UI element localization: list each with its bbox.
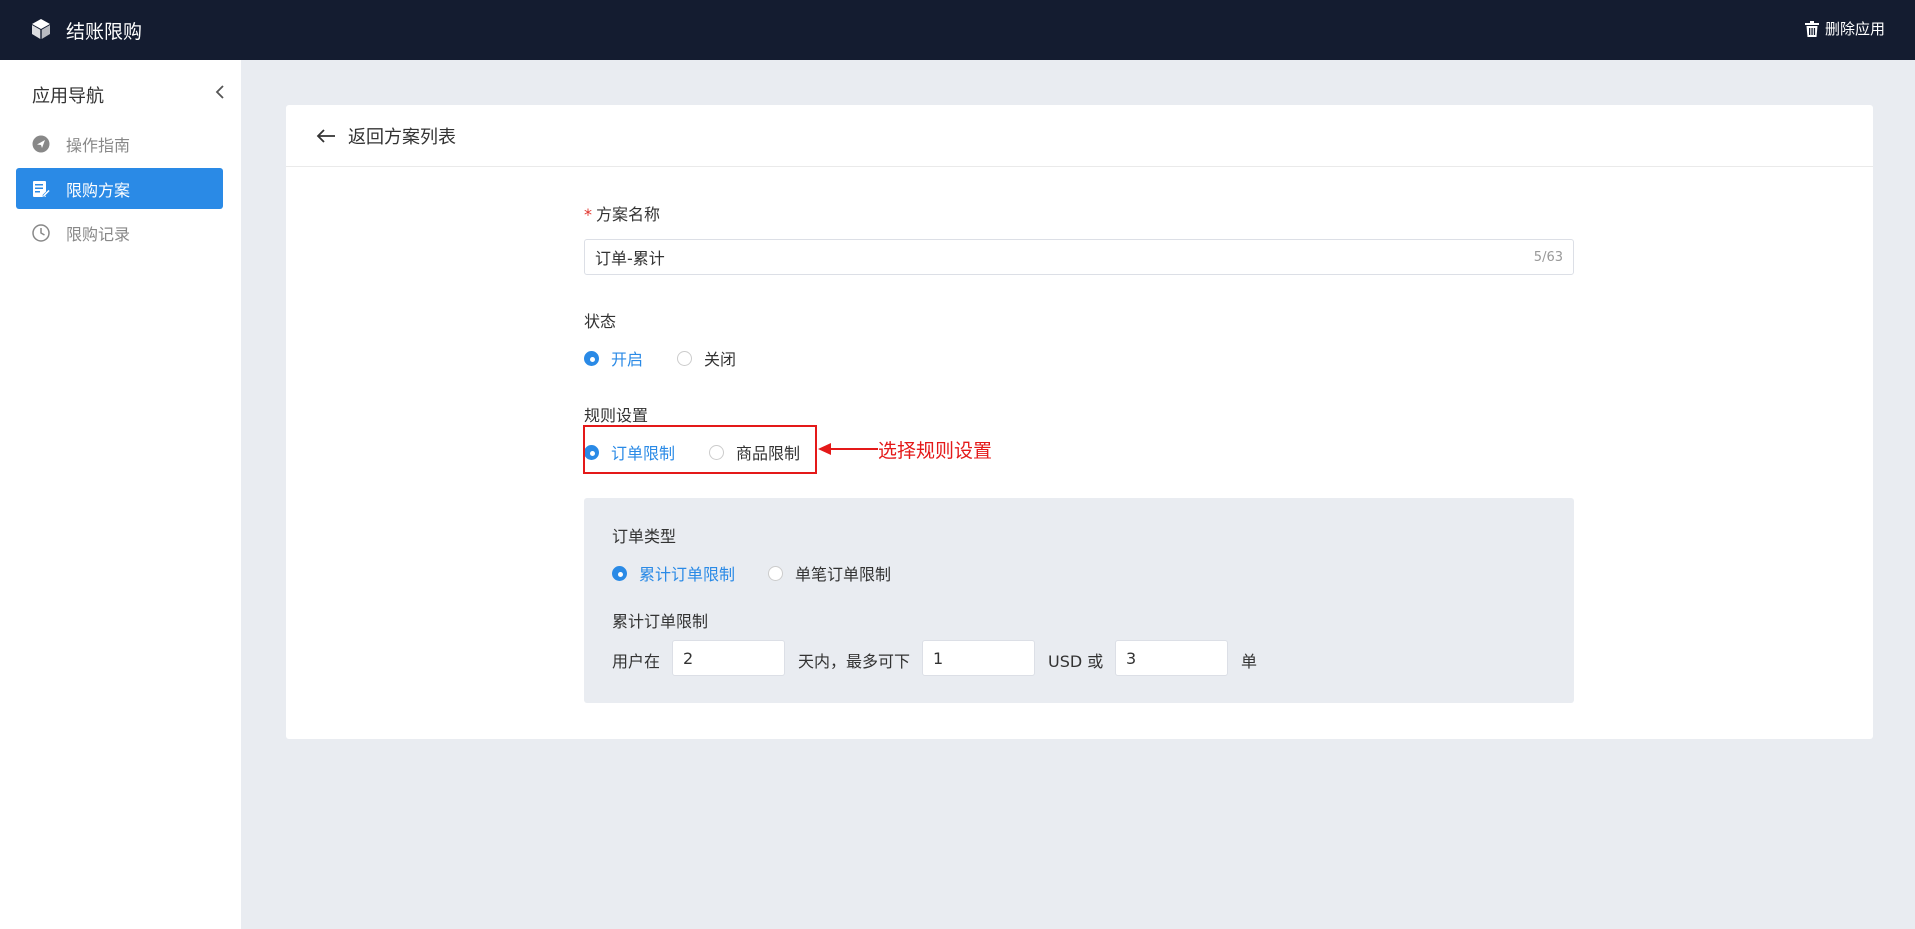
sidebar-item-guide[interactable]: 操作指南 bbox=[16, 123, 223, 164]
days-input[interactable]: 2 bbox=[672, 640, 785, 676]
order-type-panel: 订单类型 累计订单限制 单笔订单限制 累计订单限制 用户在 2 天内，最多可下 … bbox=[584, 498, 1574, 703]
edit-note-icon bbox=[32, 180, 50, 198]
card-header: 返回方案列表 bbox=[286, 105, 1873, 167]
order-count-value: 3 bbox=[1126, 648, 1137, 668]
sidebar-item-label: 限购记录 bbox=[66, 224, 131, 244]
annotation-arrow-icon bbox=[818, 443, 878, 455]
sidebar-item-records[interactable]: 限购记录 bbox=[16, 212, 223, 253]
order-type-single-label: 单笔订单限制 bbox=[795, 565, 892, 584]
delete-app-button[interactable]: 删除应用 bbox=[1804, 18, 1885, 39]
sidebar-item-plans[interactable]: 限购方案 bbox=[16, 168, 223, 209]
user-prefix-text: 用户在 bbox=[612, 652, 661, 671]
count-suffix-text: 单 bbox=[1241, 652, 1258, 671]
order-type-label: 订单类型 bbox=[612, 527, 677, 546]
back-to-list-link[interactable]: 返回方案列表 bbox=[316, 123, 456, 149]
arrow-left-icon bbox=[316, 128, 335, 143]
radio-dot bbox=[584, 350, 599, 366]
cumulative-limit-label: 累计订单限制 bbox=[612, 612, 709, 631]
order-type-cumulative-label: 累计订单限制 bbox=[639, 565, 736, 584]
radio-dot bbox=[677, 350, 692, 366]
clock-icon bbox=[32, 223, 50, 242]
back-label: 返回方案列表 bbox=[348, 126, 456, 148]
delete-app-label: 删除应用 bbox=[1824, 20, 1885, 38]
status-on-label: 开启 bbox=[611, 350, 644, 369]
status-off-radio[interactable]: 关闭 bbox=[677, 346, 736, 370]
days-suffix-text: 天内，最多可下 bbox=[798, 652, 911, 671]
required-asterisk: * bbox=[584, 205, 592, 224]
top-bar: 结账限购 删除应用 bbox=[0, 0, 1915, 60]
sidebar-title: 应用导航 bbox=[32, 86, 104, 107]
sidebar-item-label: 操作指南 bbox=[66, 135, 131, 155]
sidebar-item-label: 限购方案 bbox=[66, 180, 131, 200]
annotation-text: 选择规则设置 bbox=[878, 440, 993, 462]
status-label: 状态 bbox=[584, 312, 617, 331]
plan-name-value: 订单-累计 bbox=[595, 249, 665, 268]
status-on-radio[interactable]: 开启 bbox=[584, 346, 643, 370]
rule-settings-label: 规则设置 bbox=[584, 406, 649, 425]
order-count-input[interactable]: 3 bbox=[1115, 640, 1228, 676]
chevron-left-icon[interactable] bbox=[210, 82, 230, 102]
amount-suffix-text: USD 或 bbox=[1048, 652, 1104, 671]
radio-dot bbox=[768, 565, 783, 581]
sidebar: 应用导航 操作指南 限购方案 限购记录 bbox=[0, 60, 241, 929]
plan-name-label: * 方案名称 bbox=[584, 201, 660, 225]
trash-icon bbox=[1804, 20, 1819, 37]
radio-dot bbox=[612, 565, 627, 581]
status-off-label: 关闭 bbox=[704, 350, 737, 369]
char-counter: 5/63 bbox=[1533, 249, 1563, 265]
plan-name-label-text: 方案名称 bbox=[596, 205, 661, 224]
send-icon bbox=[32, 135, 50, 153]
order-type-single-radio[interactable]: 单笔订单限制 bbox=[768, 561, 891, 585]
app-title: 结账限购 bbox=[66, 21, 143, 43]
amount-input[interactable]: 1 bbox=[922, 640, 1035, 676]
plan-name-input[interactable]: 订单-累计 5/63 bbox=[584, 239, 1574, 275]
cube-icon bbox=[32, 19, 50, 39]
annotation-highlight-box bbox=[583, 425, 817, 474]
amount-value: 1 bbox=[933, 648, 944, 668]
order-type-cumulative-radio[interactable]: 累计订单限制 bbox=[612, 561, 735, 585]
days-value: 2 bbox=[683, 648, 694, 668]
